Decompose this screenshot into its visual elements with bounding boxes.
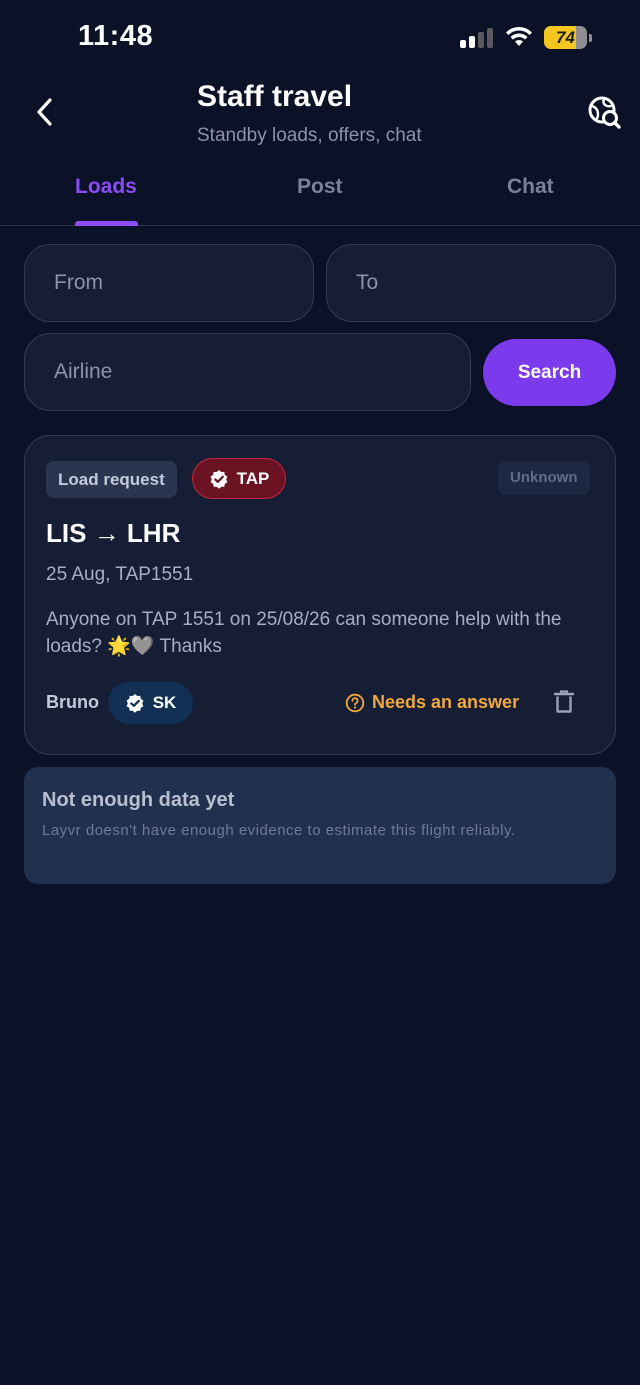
- wifi-icon: [504, 24, 534, 48]
- airline-badge: TAP: [192, 458, 286, 499]
- back-button[interactable]: [26, 92, 62, 132]
- tab-loads[interactable]: Loads: [75, 175, 137, 199]
- route-arrow: →: [93, 518, 120, 548]
- insufficient-data-notice: Not enough data yet Layvr doesn't have e…: [24, 767, 616, 884]
- airline-input[interactable]: [24, 333, 471, 411]
- signal-icon: [460, 28, 494, 48]
- battery-icon: 74: [544, 26, 592, 49]
- route: LIS → LHR: [46, 518, 180, 549]
- verified-icon: [126, 694, 144, 713]
- delete-button[interactable]: [552, 689, 576, 715]
- route-destination: LHR: [126, 518, 181, 548]
- notice-title: Not enough data yet: [42, 789, 235, 811]
- verified-icon: [210, 469, 228, 489]
- airline-badge-label: TAP: [236, 468, 270, 488]
- status-bar: 11:48 74: [0, 0, 640, 76]
- flight-info: 25 Aug, TAP1551: [46, 564, 194, 585]
- tab-bar: Loads Post Chat: [0, 162, 640, 226]
- load-request-card[interactable]: Load request TAP Unknown LIS → LHR 25 Au…: [24, 435, 616, 755]
- needs-answer-label: Needs an answer: [372, 692, 520, 712]
- tab-chat[interactable]: Chat: [507, 175, 554, 199]
- author-airline-badge: SK: [108, 682, 193, 724]
- request-type-badge: Load request: [46, 461, 177, 498]
- from-input[interactable]: [24, 244, 314, 322]
- tab-indicator: [75, 221, 138, 226]
- globe-search-icon: [588, 96, 621, 129]
- search-button[interactable]: Search: [483, 339, 616, 406]
- request-message: Anyone on TAP 1551 on 25/08/26 can someo…: [46, 609, 562, 657]
- status-badge: Unknown: [498, 461, 590, 495]
- trash-icon: [553, 690, 575, 713]
- author-name[interactable]: Bruno: [46, 692, 99, 713]
- route-origin: LIS: [46, 518, 87, 548]
- to-input[interactable]: [326, 244, 616, 322]
- battery-level: 74: [556, 28, 575, 47]
- needs-answer-link[interactable]: Needs an answer: [345, 692, 519, 713]
- page-subtitle: Standby loads, offers, chat: [197, 125, 422, 146]
- notice-text: Layvr doesn't have enough evidence to es…: [42, 822, 516, 839]
- question-circle-icon: [345, 693, 365, 712]
- flight-search-button[interactable]: [586, 94, 622, 130]
- page-title: Staff travel: [197, 80, 353, 113]
- chevron-left-icon: [37, 98, 52, 126]
- tab-post[interactable]: Post: [297, 175, 343, 199]
- status-time: 11:48: [78, 20, 154, 52]
- author-badge-label: SK: [152, 693, 177, 712]
